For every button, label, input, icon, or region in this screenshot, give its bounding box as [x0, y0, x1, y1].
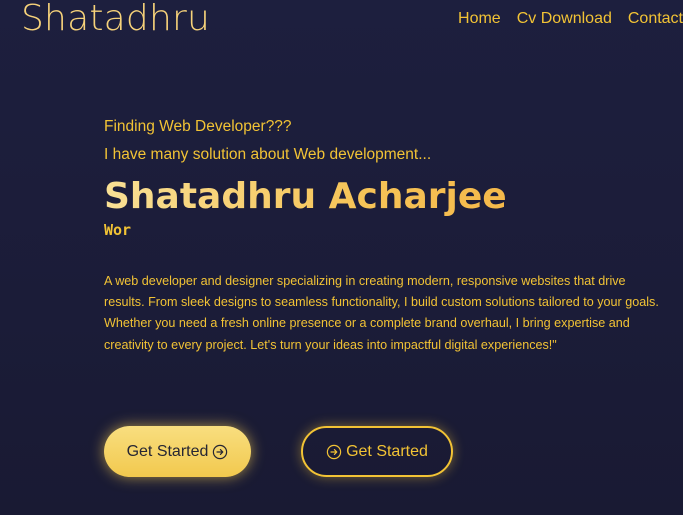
circle-arrow-right-icon — [326, 444, 342, 460]
hero-buttons: Get Started Get Started — [104, 426, 453, 477]
intro-line-1: Finding Web Developer??? — [104, 118, 292, 135]
hero-section: Finding Web Developer??? I have many sol… — [104, 113, 664, 356]
top-navbar: Shatadhru Home Cv Download Contact — [0, 0, 683, 44]
hero-name-heading: Shatadhru Acharjee — [104, 175, 664, 219]
hero-description: A web developer and designer specializin… — [104, 274, 659, 352]
nav-link-home[interactable]: Home — [458, 10, 501, 28]
nav-link-cv-download[interactable]: Cv Download — [517, 10, 612, 28]
get-started-label: Get Started — [346, 442, 428, 460]
typed-text: Wor — [104, 221, 132, 239]
nav-link-contact[interactable]: Contact — [628, 10, 683, 28]
get-started-button-primary[interactable]: Get Started — [104, 426, 251, 477]
get-started-button-outline[interactable]: Get Started — [301, 426, 453, 477]
nav-menu: Home Cv Download Contact — [442, 10, 683, 28]
intro-line-2: I have many solution about Web developme… — [104, 146, 432, 163]
get-started-label: Get Started — [126, 442, 209, 460]
site-logo[interactable]: Shatadhru — [21, 0, 210, 39]
circle-arrow-right-icon — [212, 444, 228, 460]
